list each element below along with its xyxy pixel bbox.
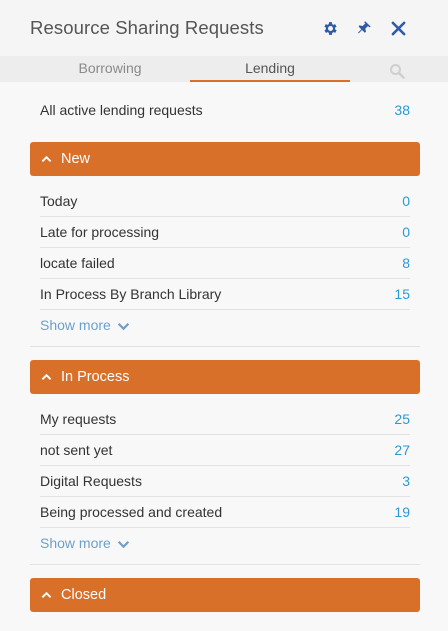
chevron-up-icon [41, 591, 52, 599]
row-count: 8 [402, 255, 410, 271]
show-more-label: Show more [40, 535, 111, 551]
row-label: Digital Requests [40, 473, 142, 489]
section-header-in-process[interactable]: In Process [30, 360, 420, 394]
tab-bar: Borrowing Lending [0, 56, 448, 82]
section-title: Closed [61, 587, 107, 603]
row-count: 15 [394, 286, 410, 302]
row-label: In Process By Branch Library [40, 286, 222, 302]
gear-icon[interactable] [320, 18, 340, 38]
pin-icon[interactable] [354, 18, 374, 38]
close-icon[interactable] [388, 18, 408, 38]
row-label: All active lending requests [40, 101, 203, 118]
row-count: 3 [402, 473, 410, 489]
row-label: Late for processing [40, 224, 160, 240]
list-item[interactable]: In Process By Branch Library 15 [40, 279, 410, 310]
row-count: 19 [394, 504, 410, 520]
row-count: 27 [394, 442, 410, 458]
list-item[interactable]: My requests 25 [40, 404, 410, 435]
row-label: locate failed [40, 255, 115, 271]
all-active-requests-row[interactable]: All active lending requests 38 [40, 94, 410, 125]
chevron-up-icon [41, 373, 52, 381]
panel-header: Resource Sharing Requests [0, 0, 448, 56]
row-count: 25 [394, 411, 410, 427]
panel-title: Resource Sharing Requests [30, 17, 264, 38]
list-item[interactable]: Being processed and created 19 [40, 497, 410, 528]
row-label: My requests [40, 411, 117, 427]
list-item[interactable]: Today 0 [40, 186, 410, 217]
row-count: 0 [402, 224, 410, 240]
section-title: In Process [61, 369, 130, 385]
chevron-down-icon [117, 322, 129, 330]
section-header-new[interactable]: New [30, 142, 420, 176]
show-more-link[interactable]: Show more [40, 535, 130, 551]
row-count: 38 [394, 101, 410, 118]
chevron-up-icon [41, 155, 52, 163]
show-more-label: Show more [40, 317, 111, 333]
list-item[interactable]: Late for processing 0 [40, 217, 410, 248]
section-title: New [61, 151, 91, 167]
row-label: Being processed and created [40, 504, 223, 520]
show-more-link[interactable]: Show more [40, 317, 130, 333]
tab-borrowing[interactable]: Borrowing [30, 60, 190, 82]
section-header-closed[interactable]: Closed [30, 578, 420, 612]
list-item[interactable]: not sent yet 27 [40, 435, 410, 466]
row-count: 0 [402, 193, 410, 209]
divider [30, 564, 420, 565]
divider [30, 346, 420, 347]
row-label: not sent yet [40, 442, 113, 458]
search-icon[interactable] [389, 63, 405, 79]
tab-lending[interactable]: Lending [190, 60, 350, 82]
chevron-down-icon [117, 540, 129, 548]
row-label: Today [40, 193, 78, 209]
list-item[interactable]: Digital Requests 3 [40, 466, 410, 497]
list-item[interactable]: locate failed 8 [40, 248, 410, 279]
